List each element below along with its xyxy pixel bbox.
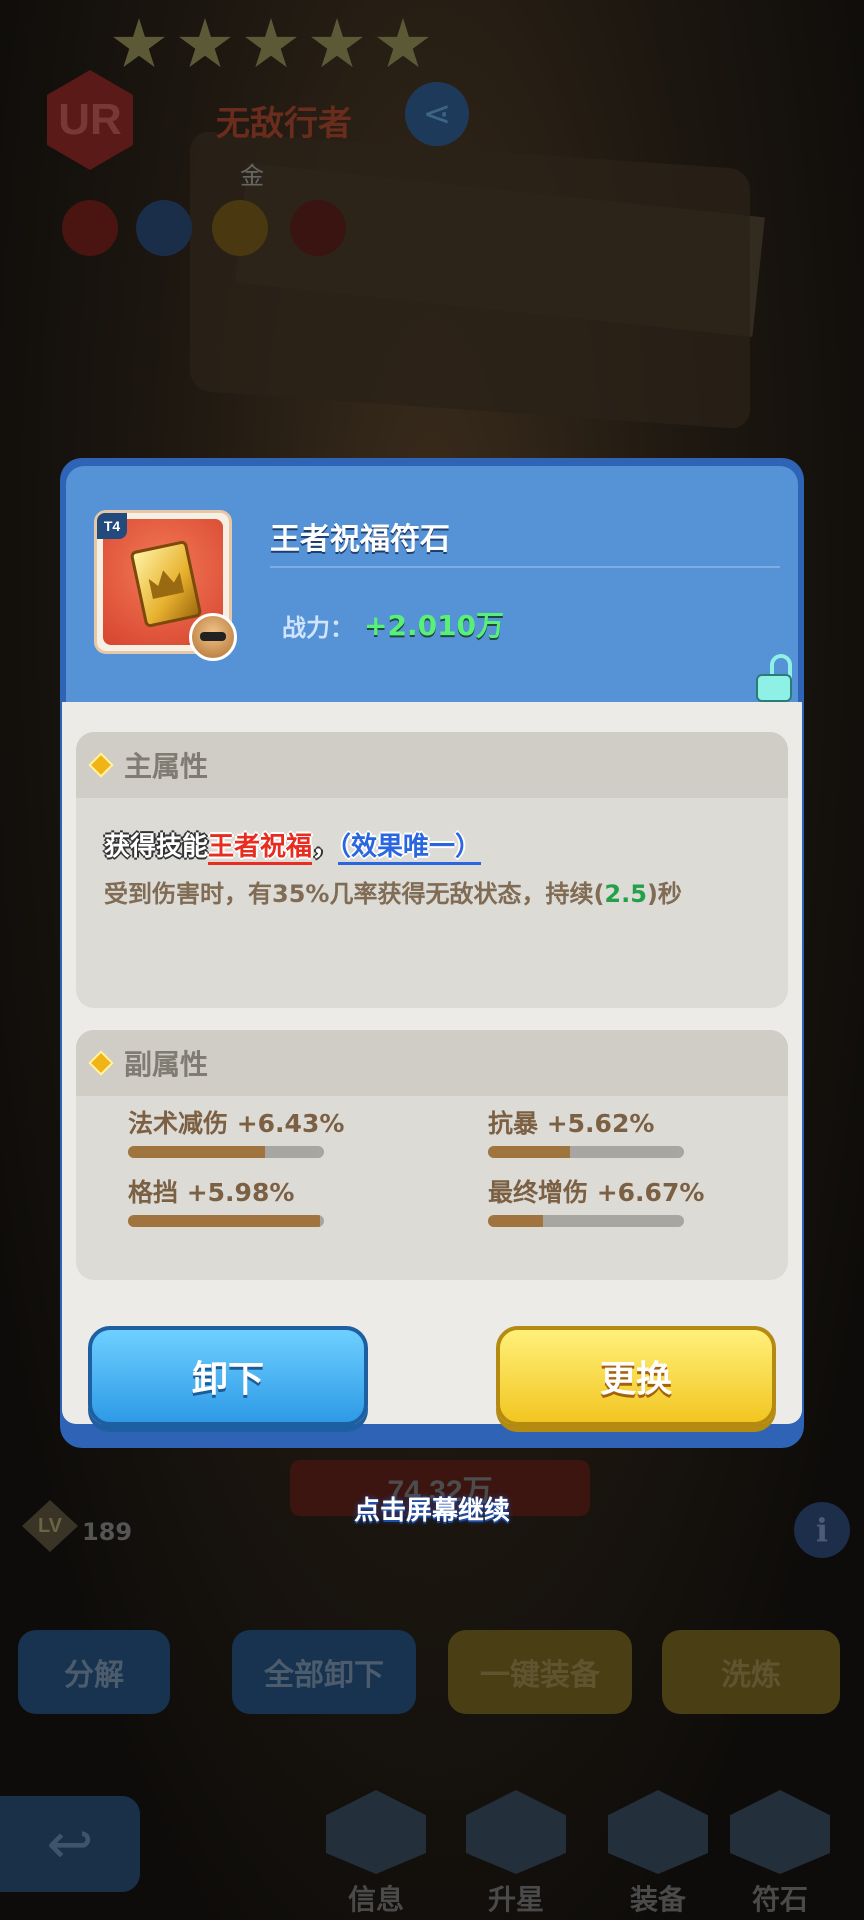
balance-icon (136, 200, 192, 256)
trait-icon (62, 200, 118, 256)
stat-bar (128, 1215, 324, 1227)
skill-desc-suffix: )秒 (646, 880, 682, 908)
tier-tag: T4 (97, 513, 127, 539)
star-icon (377, 18, 429, 68)
sub-attribute-panel: 副属性 法术减伤 +6.43% 抗暴 +5.62% 格挡 +5.98% 最终增伤… (76, 1030, 788, 1280)
rune-icon (129, 539, 203, 629)
star-icon (311, 18, 363, 68)
shield-icon (212, 200, 268, 256)
decompose-button[interactable]: 分解 (18, 1630, 170, 1714)
skill-duration: 2.5 (604, 880, 647, 908)
rune-detail-modal: T4 王者祝福符石 战力： +2.010万 主属性 获得技能王者祝福，（效果唯一… (60, 458, 804, 1448)
star-up-icon (466, 1790, 566, 1874)
star-icon (245, 18, 297, 68)
replace-button[interactable]: 更换 (496, 1326, 776, 1426)
power-label: 战力： (282, 614, 354, 642)
diamond-icon (88, 1050, 114, 1076)
diamond-icon (88, 752, 114, 778)
nav-rune[interactable]: 符石 (720, 1790, 840, 1920)
stat-bar-fill (488, 1146, 571, 1158)
sub-stat: 格挡 +5.98% (128, 1173, 388, 1227)
skill-unique-link[interactable]: （效果唯一） (338, 832, 482, 865)
rarity-badge: UR (47, 70, 133, 170)
star-icon (113, 18, 165, 68)
item-name: 王者祝福符石 (270, 522, 450, 557)
skill-line: 获得技能王者祝福，（效果唯一） (104, 826, 482, 865)
panel-title: 主属性 (124, 750, 209, 783)
unequip-button[interactable]: 卸下 (88, 1326, 368, 1426)
crown-icon (147, 567, 184, 599)
sword-icon (290, 200, 346, 256)
back-icon[interactable]: ↩ (0, 1796, 140, 1892)
sub-stat: 最终增伤 +6.67% (488, 1173, 748, 1227)
nav-label: 升星 (487, 1883, 544, 1916)
skill-prefix: 获得技能 (104, 832, 209, 862)
background-house (190, 130, 750, 430)
sub-stat-text: 法术减伤 +6.43% (128, 1109, 345, 1138)
nav-equipment[interactable]: 装备 (598, 1790, 718, 1920)
sub-stat-text: 抗暴 +5.62% (488, 1109, 655, 1138)
skill-name-link[interactable]: 王者祝福 (208, 832, 313, 865)
star-icon (179, 18, 231, 68)
nav-label: 信息 (347, 1883, 404, 1916)
hero-avatar-icon (189, 613, 237, 661)
main-attribute-panel: 主属性 获得技能王者祝福，（效果唯一） 受到伤害时，有35%几率获得无敌状态，持… (76, 732, 788, 1008)
hero-star-rating (112, 18, 430, 72)
share-icon[interactable]: ⋖ (405, 82, 469, 146)
equipment-icon (608, 1790, 708, 1874)
stat-bar (488, 1215, 684, 1227)
panel-header: 主属性 (76, 732, 788, 798)
modal-body: 主属性 获得技能王者祝福，（效果唯一） 受到伤害时，有35%几率获得无敌状态，持… (62, 702, 802, 1424)
nav-label: 符石 (751, 1883, 808, 1916)
sub-stat: 法术减伤 +6.43% (128, 1104, 388, 1158)
stat-bar (488, 1146, 684, 1158)
sub-stat-text: 最终增伤 +6.67% (488, 1178, 705, 1207)
info-tab-icon (326, 1790, 426, 1874)
skill-description: 受到伤害时，有35%几率获得无敌状态，持续(2.5)秒 (104, 874, 682, 909)
stat-bar (128, 1146, 324, 1158)
sub-stat-text: 格挡 +5.98% (128, 1178, 295, 1207)
power-value: +2.010万 (364, 609, 505, 642)
hero-rank: 金 (240, 162, 264, 190)
unequip-all-button[interactable]: 全部卸下 (232, 1630, 416, 1714)
panel-header: 副属性 (76, 1030, 788, 1096)
nav-label: 装备 (629, 1883, 686, 1916)
nav-star-up[interactable]: 升星 (456, 1790, 576, 1920)
hero-name: 无敌行者 (216, 104, 352, 144)
skill-desc-text: 受到伤害时，有35%几率获得无敌状态，持续( (104, 880, 605, 908)
rune-tab-icon (730, 1790, 830, 1874)
stat-bar-fill (128, 1146, 266, 1158)
nav-info[interactable]: 信息 (316, 1790, 436, 1920)
panel-title: 副属性 (124, 1048, 209, 1081)
refine-button[interactable]: 洗炼 (662, 1630, 840, 1714)
equip-all-button[interactable]: 一键装备 (448, 1630, 632, 1714)
unlock-icon[interactable] (754, 654, 794, 702)
rune-item-card: T4 (94, 510, 237, 661)
tap-to-continue[interactable]: 点击屏幕继续 (0, 1490, 864, 1527)
sub-stat: 抗暴 +5.62% (488, 1104, 748, 1158)
stat-bar-fill (128, 1215, 321, 1227)
skill-separator: ， (312, 832, 339, 862)
stat-bar-fill (488, 1215, 543, 1227)
name-divider (270, 566, 780, 568)
lock-body (756, 674, 792, 702)
